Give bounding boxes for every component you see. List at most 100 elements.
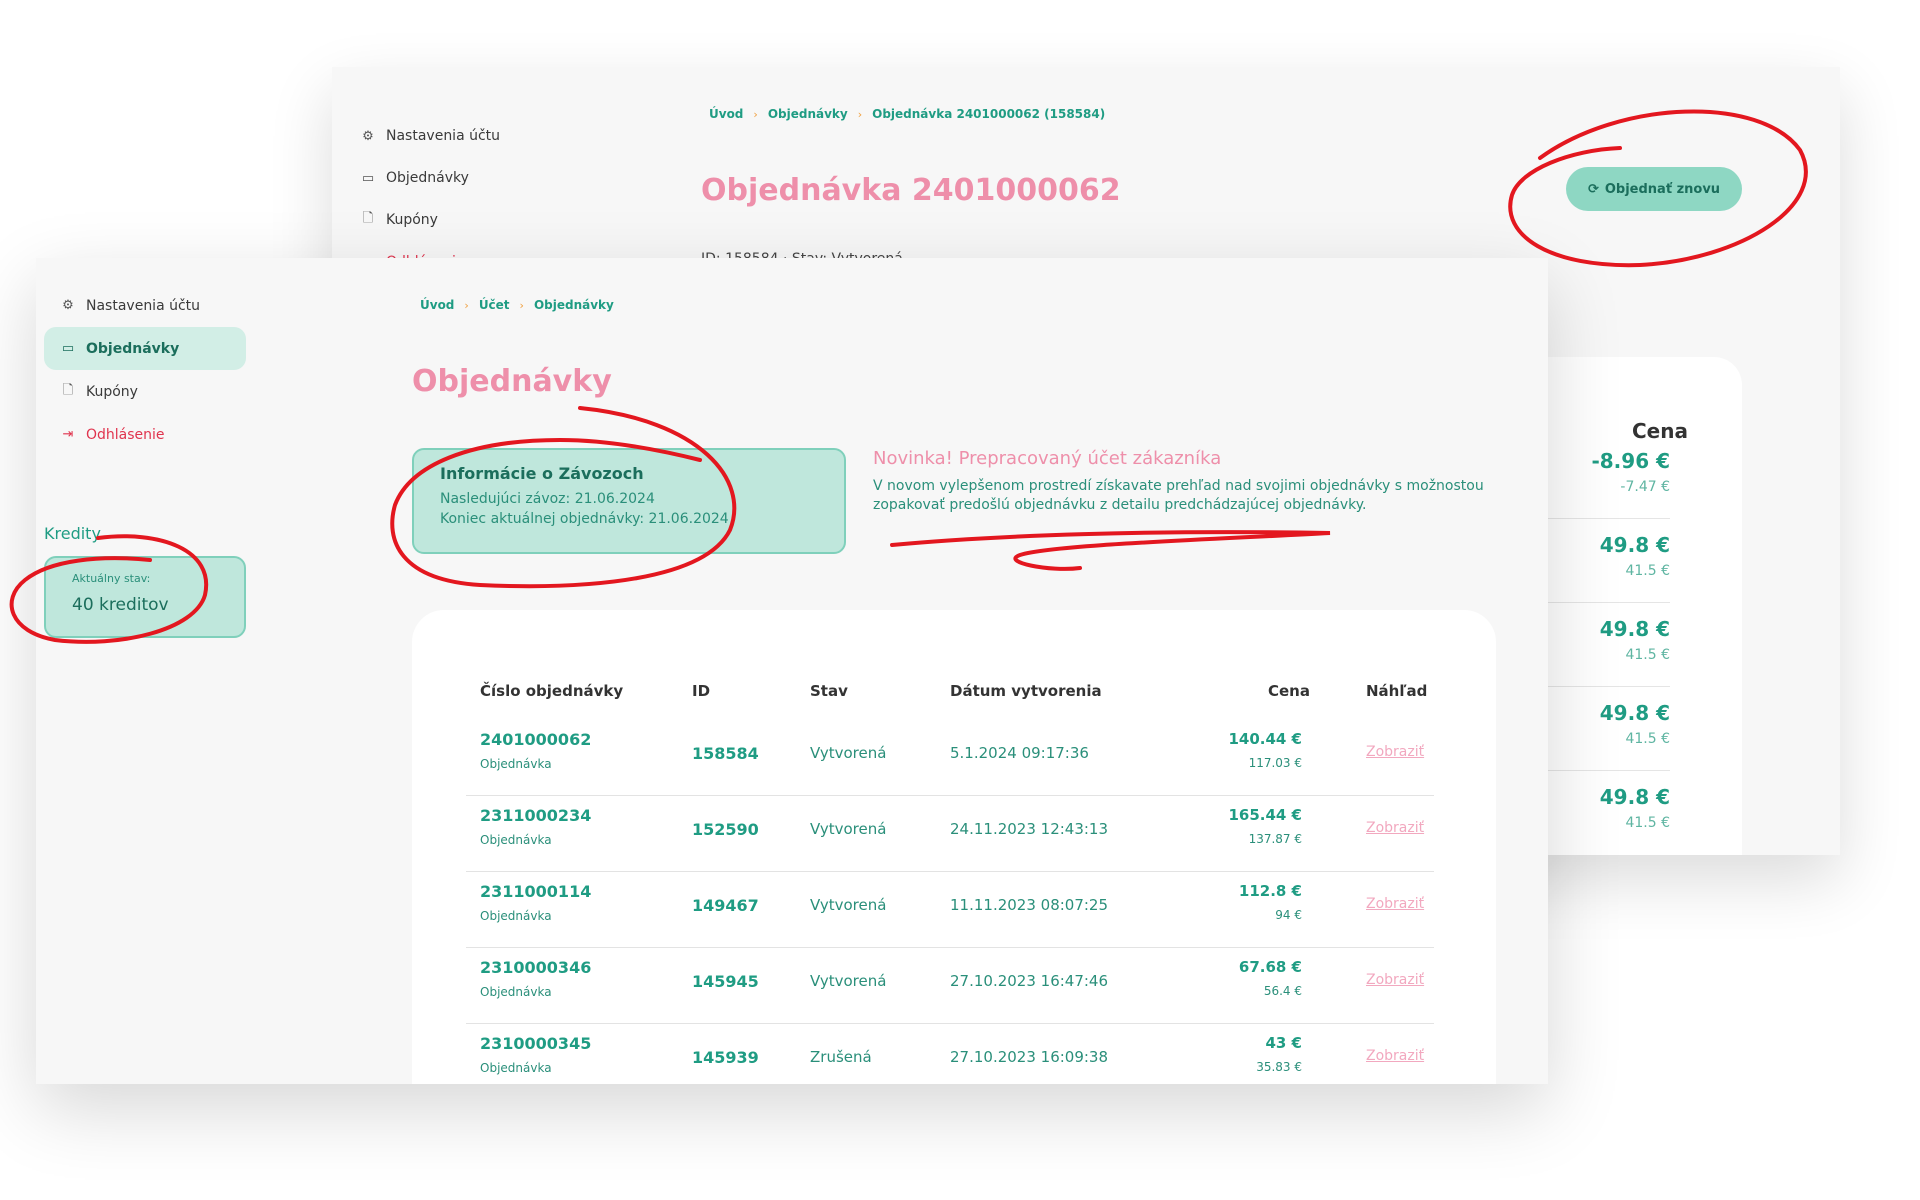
header-preview: Náhľad — [1366, 682, 1428, 700]
sidebar-item-label: Objednávky — [386, 170, 469, 186]
order-id: 152590 — [692, 820, 759, 839]
sidebar-item-label: Objednávky — [86, 340, 180, 357]
orders-table: Číslo objednávky ID Stav Dátum vytvoreni… — [412, 610, 1496, 1084]
order-price: 43 € 35.83 € — [1256, 1034, 1302, 1074]
front-sidebar: ⚙ Nastavenia účtu ▭ Objednávky 🗋 Kupóny … — [44, 284, 246, 456]
sidebar-item-orders[interactable]: ▭ Objednávky — [44, 327, 246, 370]
breadcrumb-link-home[interactable]: Úvod — [709, 107, 743, 121]
orders-list-screenshot: ⚙ Nastavenia účtu ▭ Objednávky 🗋 Kupóny … — [36, 258, 1548, 1084]
order-price-gross: 165.44 € — [1228, 806, 1302, 824]
order-date: 11.11.2023 08:07:25 — [950, 896, 1109, 914]
page-title: Objednávky — [412, 364, 612, 399]
order-price-net: 56.4 € — [1263, 984, 1302, 998]
file-icon: 🗋 — [62, 382, 74, 398]
table-row: 2311000114 Objednávka 149467 Vytvorená 1… — [466, 872, 1434, 948]
breadcrumb-link-account[interactable]: Účet — [479, 298, 510, 312]
order-id: 145945 — [692, 972, 759, 991]
order-number: 2311000234 — [480, 806, 592, 825]
view-order-link[interactable]: Zobraziť — [1366, 820, 1424, 836]
breadcrumb-separator-icon: › — [464, 298, 469, 312]
breadcrumb-current: Objednávky — [533, 298, 614, 312]
order-type: Objednávka — [480, 833, 552, 847]
credits-value: 40 kreditov — [72, 595, 169, 615]
order-status: Vytvorená — [810, 896, 887, 914]
order-status: Vytvorená — [810, 744, 887, 762]
file-icon: 🗋 — [362, 211, 374, 226]
gear-icon: ⚙ — [362, 128, 374, 144]
view-order-link[interactable]: Zobraziť — [1366, 896, 1424, 912]
sidebar-item-logout[interactable]: ⇥ Odhlásenie — [44, 413, 246, 456]
sidebar-item-coupons[interactable]: 🗋 Kupóny — [44, 370, 246, 413]
order-type: Objednávka — [480, 757, 552, 771]
table-row: 2310000345 Objednávka 145939 Zrušená 27.… — [466, 1024, 1434, 1084]
credits-state-label: Aktuálny stav: — [72, 572, 151, 585]
order-date: 24.11.2023 12:43:13 — [950, 820, 1109, 838]
header-order-number: Číslo objednávky — [480, 682, 624, 700]
reorder-button[interactable]: ⟳ Objednať znovu — [1566, 167, 1742, 211]
breadcrumb-current: Objednávka 2401000062 (158584) — [872, 107, 1106, 121]
order-type: Objednávka — [480, 1061, 552, 1075]
reorder-button-label: Objednať znovu — [1604, 181, 1721, 197]
delivery-info-heading: Informácie o Závozoch — [440, 464, 644, 483]
order-id: 149467 — [692, 896, 759, 915]
breadcrumb: Úvod › Účet › Objednávky — [420, 298, 614, 312]
order-price-net: 94 € — [1275, 908, 1302, 922]
credits-heading: Kredity — [44, 524, 101, 543]
order-number: 2310000345 — [480, 1034, 592, 1053]
order-price: 165.44 € 137.87 € — [1228, 806, 1302, 846]
order-price: 140.44 € 117.03 € — [1228, 730, 1302, 770]
window-icon: ▭ — [61, 341, 75, 356]
table-row: 2401000062 Objednávka 158584 Vytvorená 5… — [466, 720, 1434, 796]
view-order-link[interactable]: Zobraziť — [1366, 972, 1424, 988]
sidebar-item-label: Odhlásenie — [86, 426, 165, 443]
order-number: 2311000114 — [480, 882, 592, 901]
logout-icon: ⇥ — [62, 427, 74, 442]
order-id: 158584 — [692, 744, 759, 763]
delivery-info-card: Informácie o Závozoch Nasledujúci závoz:… — [412, 448, 846, 554]
back-sidebar-item-settings[interactable]: ⚙ Nastavenia účtu — [360, 115, 500, 157]
back-breadcrumb: Úvod › Objednávky › Objednávka 240100006… — [709, 107, 1105, 121]
order-status: Zrušená — [810, 1048, 872, 1066]
credits-card: Aktuálny stav: 40 kreditov — [44, 556, 246, 638]
header-status: Stav — [810, 682, 848, 700]
view-order-link[interactable]: Zobraziť — [1366, 1048, 1424, 1064]
order-price-net: 117.03 € — [1248, 756, 1302, 770]
order-type: Objednávka — [480, 909, 552, 923]
sidebar-item-label: Kupóny — [86, 383, 138, 400]
breadcrumb-link-home[interactable]: Úvod — [420, 298, 454, 312]
refresh-icon: ⟳ — [1587, 181, 1599, 197]
sidebar-item-label: Nastavenia účtu — [386, 128, 501, 144]
order-type: Objednávka — [480, 985, 552, 999]
order-price-gross: 112.8 € — [1238, 882, 1302, 900]
header-price: Cena — [1268, 682, 1310, 700]
order-price-net: 35.83 € — [1256, 1060, 1302, 1074]
next-delivery-text: Nasledujúci závoz: 21.06.2024 — [440, 491, 655, 507]
table-row: 2311000234 Objednávka 152590 Vytvorená 2… — [466, 796, 1434, 872]
price-column-header: Cena — [1632, 419, 1688, 443]
sidebar-item-settings[interactable]: ⚙ Nastavenia účtu — [44, 284, 246, 327]
order-price-gross: 43 € — [1265, 1034, 1302, 1052]
order-date: 27.10.2023 16:09:38 — [950, 1048, 1109, 1066]
order-date: 27.10.2023 16:47:46 — [950, 972, 1109, 990]
order-status: Vytvorená — [810, 972, 887, 990]
window-icon: ▭ — [361, 170, 375, 186]
order-price: 67.68 € 56.4 € — [1239, 958, 1302, 998]
order-detail-title: Objednávka 2401000062 — [701, 173, 1121, 208]
table-row: 2310000346 Objednávka 145945 Vytvorená 2… — [466, 948, 1434, 1024]
composite-stage: ⚙ Nastavenia účtu ▭ Objednávky 🗋 Kupóny … — [0, 0, 1920, 1200]
news-text: V novom vylepšenom prostredí získavate p… — [873, 478, 1484, 513]
back-sidebar-item-coupons[interactable]: 🗋 Kupóny — [360, 199, 500, 241]
sidebar-item-label: Nastavenia účtu — [86, 297, 201, 314]
order-price-net: 137.87 € — [1248, 832, 1302, 846]
back-sidebar-item-orders[interactable]: ▭ Objednávky — [360, 157, 500, 199]
header-id: ID — [692, 682, 711, 700]
view-order-link[interactable]: Zobraziť — [1366, 744, 1424, 760]
news-notice: Novinka! Prepracovaný účet zákazníka V n… — [873, 448, 1513, 515]
order-price-gross: 140.44 € — [1228, 730, 1302, 748]
breadcrumb-separator-icon: › — [519, 298, 524, 312]
sidebar-item-label: Kupóny — [386, 212, 438, 228]
order-id: 145939 — [692, 1048, 759, 1067]
breadcrumb-link-orders[interactable]: Objednávky — [768, 107, 848, 121]
order-date: 5.1.2024 09:17:36 — [950, 744, 1089, 762]
order-price: 112.8 € 94 € — [1239, 882, 1302, 922]
